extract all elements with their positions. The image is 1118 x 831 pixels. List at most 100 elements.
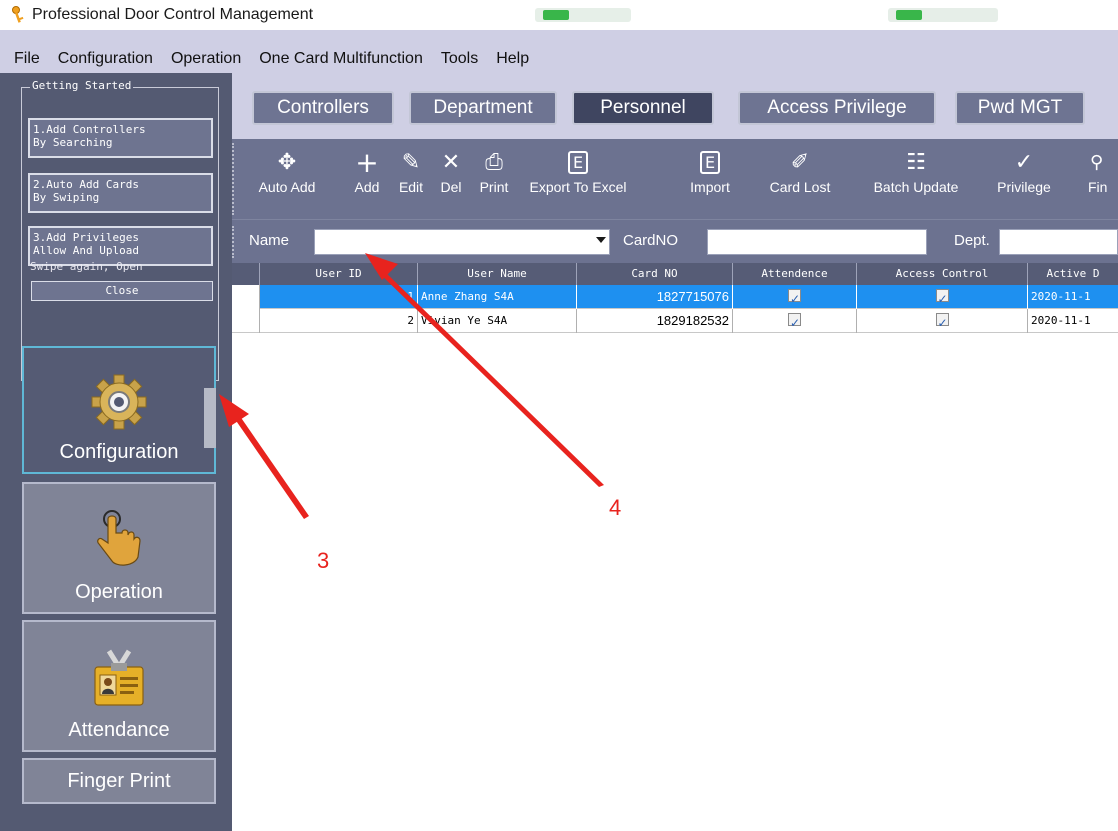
col-attendance[interactable]: Attendence: [733, 263, 857, 285]
cell-user-name: Vivian Ye S4A: [418, 309, 577, 333]
id-badge-icon: [94, 649, 144, 706]
nav-configuration[interactable]: Configuration: [22, 346, 216, 474]
col-card-no[interactable]: Card NO: [577, 263, 733, 285]
step-auto-add-cards-button[interactable]: 2.Auto Add Cards By Swiping: [28, 173, 213, 213]
export-to-excel-label: Export To Excel: [529, 179, 627, 195]
row-header-corner: [232, 263, 260, 285]
pencil-icon: ✎: [401, 149, 421, 175]
menu-configuration[interactable]: Configuration: [49, 50, 162, 68]
gear-icon: [91, 374, 147, 430]
add-label: Add: [354, 179, 380, 195]
magnifier-icon: ⚲: [1090, 151, 1104, 173]
privilege-icon: ✓: [1014, 149, 1034, 175]
table-row[interactable]: 1 Anne Zhang S4A 1827715076 2020-11-1: [232, 285, 1118, 309]
checkbox-icon[interactable]: [788, 311, 801, 333]
menu-tools[interactable]: Tools: [432, 50, 487, 68]
nav-configuration-label: Configuration: [59, 441, 179, 463]
name-combo[interactable]: [314, 229, 610, 255]
cell-attendance[interactable]: [733, 285, 857, 309]
nav-finger-print[interactable]: Finger Print: [22, 758, 216, 804]
row-selector[interactable]: [232, 285, 260, 309]
tab-pwd-mgt[interactable]: Pwd MGT: [955, 91, 1085, 125]
tab-department[interactable]: Department: [409, 91, 557, 125]
toolbar: ✥ Auto Add + Add ✎ Edit ✕ Del ⎙ Print E …: [232, 139, 1118, 219]
blurred-taskbar-item: [535, 8, 631, 22]
checkbox-icon[interactable]: [788, 287, 801, 309]
col-user-id[interactable]: User ID: [260, 263, 418, 285]
close-button[interactable]: Close: [31, 281, 213, 301]
swipe-again-label: Swipe again, Open: [30, 260, 143, 273]
add-button[interactable]: + Add: [350, 143, 384, 211]
print-label: Print: [479, 179, 509, 195]
grid-header: User ID User Name Card NO Attendence Acc…: [232, 263, 1118, 285]
row-selector[interactable]: [232, 309, 260, 333]
privilege-label: Privilege: [997, 179, 1051, 195]
cell-card-no: 1829182532: [577, 309, 733, 333]
cell-card-no: 1827715076: [577, 285, 733, 309]
batch-update-button[interactable]: ☷ Batch Update: [866, 143, 966, 211]
auto-add-label: Auto Add: [258, 179, 316, 195]
delete-label: Del: [440, 179, 462, 195]
cell-attendance[interactable]: [733, 309, 857, 333]
auto-add-icon: ✥: [277, 149, 297, 175]
toolbar-grip[interactable]: [232, 143, 237, 215]
export-to-excel-button[interactable]: E Export To Excel: [518, 143, 638, 211]
cell-user-name: Anne Zhang S4A: [418, 285, 577, 309]
nav-attendance[interactable]: Attendance: [22, 620, 216, 752]
edit-button[interactable]: ✎ Edit: [396, 143, 426, 211]
cardno-label: CardNO: [623, 232, 679, 249]
table-row[interactable]: 2 Vivian Ye S4A 1829182532 2020-11-1: [232, 309, 1118, 333]
getting-started-title: Getting Started: [30, 79, 134, 92]
find-label: Fin: [1088, 179, 1108, 195]
checkbox-icon[interactable]: [935, 287, 949, 309]
cardno-input[interactable]: [707, 229, 927, 255]
nav-operation-label: Operation: [75, 581, 163, 603]
step-add-controllers-button[interactable]: 1.Add Controllers By Searching: [28, 118, 213, 158]
import-button[interactable]: E Import: [684, 143, 736, 211]
col-access-control[interactable]: Access Control: [857, 263, 1028, 285]
card-lost-label: Card Lost: [769, 179, 831, 195]
nav-operation[interactable]: Operation: [22, 482, 216, 614]
cell-active-date: 2020-11-1: [1031, 314, 1091, 327]
batch-update-label: Batch Update: [873, 179, 959, 195]
pointing-hand-icon: [97, 510, 141, 566]
module-tab-bar: Controllers Department Personnel Access …: [232, 73, 1118, 139]
card-lost-button[interactable]: ✐ Card Lost: [762, 143, 838, 211]
filter-grip[interactable]: [232, 226, 237, 258]
find-button[interactable]: ⚲ Fin: [1088, 143, 1118, 211]
col-active-date[interactable]: Active D: [1028, 263, 1118, 285]
batch-update-icon: ☷: [906, 149, 926, 175]
export-excel-icon: E: [567, 147, 589, 177]
print-button[interactable]: ⎙ Print: [474, 143, 514, 211]
name-label: Name: [249, 232, 290, 249]
cell-access-control[interactable]: [857, 285, 1028, 309]
app-key-icon: [12, 6, 24, 23]
tab-personnel[interactable]: Personnel: [572, 91, 714, 125]
cell-access-control[interactable]: [857, 309, 1028, 333]
menu-operation[interactable]: Operation: [162, 50, 250, 68]
menu-bar: File Configuration Operation One Card Mu…: [0, 45, 1118, 73]
checkbox-icon[interactable]: [935, 311, 949, 333]
chevron-down-icon[interactable]: [596, 237, 606, 243]
menu-file[interactable]: File: [0, 50, 49, 68]
window-title: Professional Door Control Management: [32, 6, 314, 23]
tab-controllers[interactable]: Controllers: [252, 91, 394, 125]
dept-input[interactable]: [999, 229, 1118, 255]
menu-help[interactable]: Help: [487, 50, 538, 68]
cell-active-date: 2020-11-1: [1031, 290, 1091, 303]
plus-icon: +: [355, 145, 379, 179]
privilege-button[interactable]: ✓ Privilege: [994, 143, 1054, 211]
dept-label: Dept.: [954, 232, 990, 249]
cell-user-id: 1: [260, 285, 418, 309]
col-user-name[interactable]: User Name: [418, 263, 577, 285]
tab-access-privilege[interactable]: Access Privilege: [738, 91, 936, 125]
delete-button[interactable]: ✕ Del: [436, 143, 466, 211]
annotation-number-4: 4: [609, 495, 622, 520]
import-icon: E: [699, 147, 721, 177]
import-label: Import: [690, 179, 730, 195]
menu-one-card[interactable]: One Card Multifunction: [250, 50, 432, 68]
nav-attendance-label: Attendance: [68, 719, 170, 741]
auto-add-button[interactable]: ✥ Auto Add: [252, 143, 322, 211]
personnel-grid: User ID User Name Card NO Attendence Acc…: [232, 263, 1118, 831]
printer-icon: ⎙: [485, 149, 503, 175]
